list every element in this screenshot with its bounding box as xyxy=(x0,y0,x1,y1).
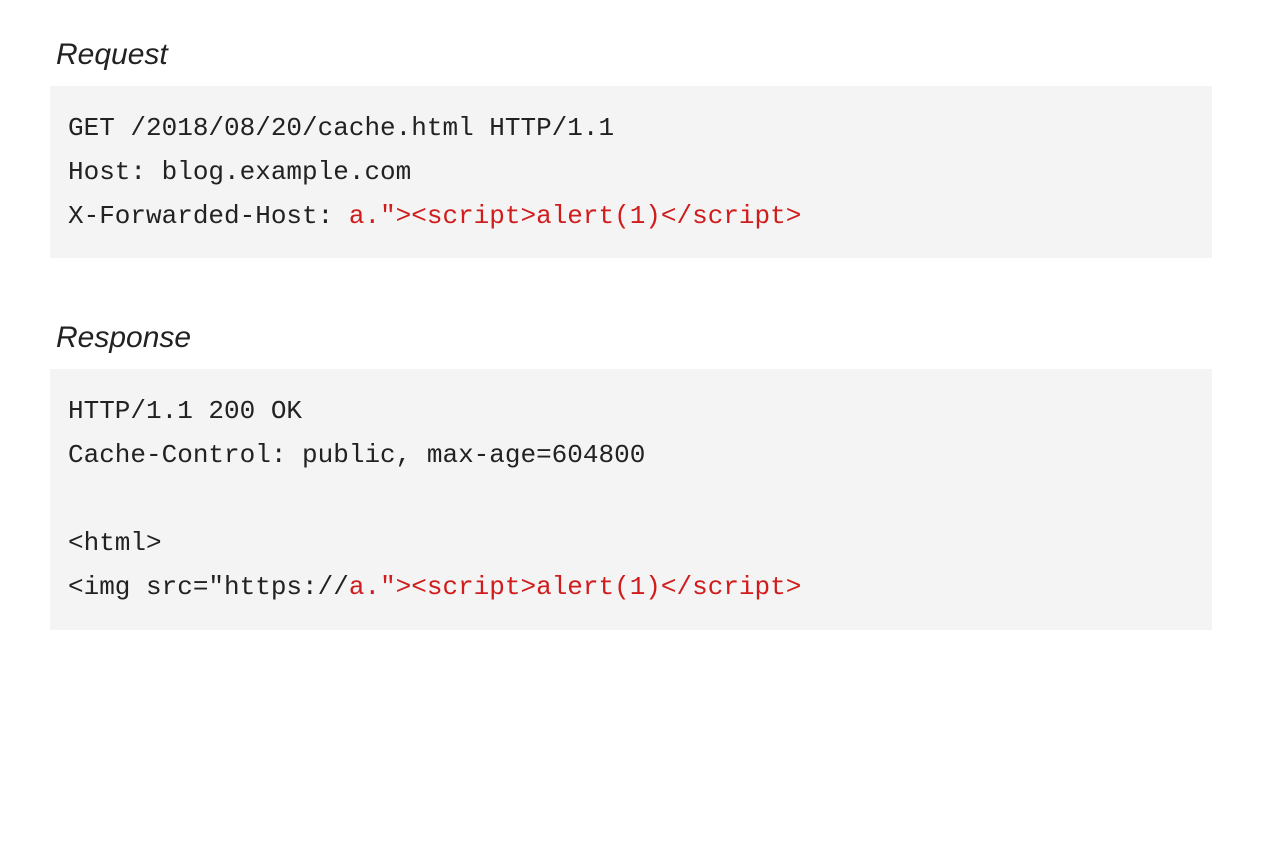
response-line-4-prefix: <img src="https:// xyxy=(68,572,349,602)
request-title: Request xyxy=(50,30,1212,80)
response-line-1: HTTP/1.1 200 OK xyxy=(68,396,302,426)
request-code-block: GET /2018/08/20/cache.html HTTP/1.1 Host… xyxy=(50,86,1212,259)
response-title: Response xyxy=(50,313,1212,363)
request-line-2: Host: blog.example.com xyxy=(68,157,411,187)
request-line-3-payload: a."><script>alert(1)</script> xyxy=(349,201,801,231)
response-code-block: HTTP/1.1 200 OK Cache-Control: public, m… xyxy=(50,369,1212,630)
section-gap xyxy=(50,258,1212,313)
request-line-1: GET /2018/08/20/cache.html HTTP/1.1 xyxy=(68,113,614,143)
request-section: Request GET /2018/08/20/cache.html HTTP/… xyxy=(50,30,1212,258)
request-line-3-prefix: X-Forwarded-Host: xyxy=(68,201,349,231)
response-line-2: Cache-Control: public, max-age=604800 xyxy=(68,440,645,470)
response-section: Response HTTP/1.1 200 OK Cache-Control: … xyxy=(50,313,1212,629)
response-line-3: <html> xyxy=(68,528,162,558)
response-line-4-payload: a."><script>alert(1)</script> xyxy=(349,572,801,602)
